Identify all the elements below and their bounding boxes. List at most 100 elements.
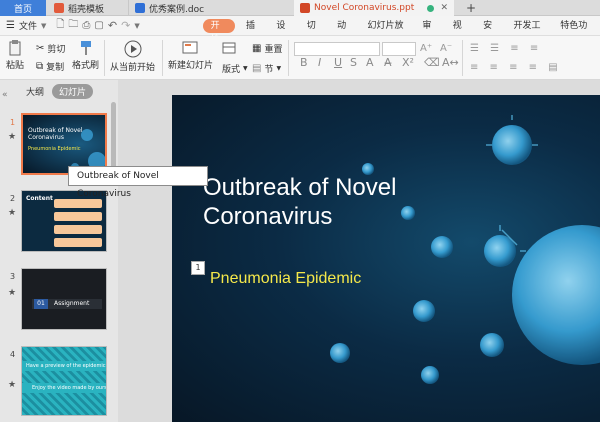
slide-number: 2 xyxy=(10,194,16,203)
underline-icon[interactable]: U xyxy=(334,56,342,69)
cut-button[interactable]: ✂ 剪切 xyxy=(36,42,65,55)
copy-icon: ⧉ xyxy=(36,61,44,72)
slide-thumbnail-4[interactable]: Have a preview of the epidemic words Enj… xyxy=(21,346,107,416)
tab-home[interactable]: 首页 xyxy=(0,0,46,16)
menu-transition[interactable]: 切换 xyxy=(300,16,330,51)
ribbon-divider xyxy=(162,40,163,76)
chevron-down-icon: ▼ xyxy=(40,21,47,30)
format-painter-button[interactable]: 格式刷 xyxy=(72,40,99,71)
copy-button[interactable]: ⧉ 复制 xyxy=(36,60,64,73)
play-from-current-button[interactable]: 从当前开始 xyxy=(110,40,155,73)
animation-star-icon: ★ xyxy=(8,132,17,142)
reset-label: 重置 xyxy=(264,45,283,55)
scissors-icon: ✂ xyxy=(36,43,45,54)
font-size-select[interactable] xyxy=(382,42,416,56)
tab-home-label: 首页 xyxy=(13,4,32,15)
menu-security[interactable]: 安全 xyxy=(476,16,506,51)
format-painter-label: 格式刷 xyxy=(72,61,100,71)
open-folder-icon[interactable]: 🗀 xyxy=(68,17,78,34)
slide-panel: « 大纲 幻灯片 1 ★ Outbreak of Novel Coronavir… xyxy=(0,80,118,422)
menu-animation[interactable]: 动画 xyxy=(330,16,360,51)
menu-insert[interactable]: 插入 xyxy=(239,16,269,51)
font-name-select[interactable] xyxy=(294,42,380,56)
slide-thumbnail-3[interactable]: 01 Assignment xyxy=(21,268,107,330)
section-icon: ▤ xyxy=(252,63,262,74)
redo-icon[interactable]: ↷ xyxy=(121,19,130,32)
chevron-down-icon: ▼ xyxy=(243,65,248,72)
animation-star-icon: ★ xyxy=(8,380,17,390)
slide-tooltip: Outbreak of Novel Coronavirus xyxy=(68,166,208,199)
slide-editor[interactable]: Outbreak of Novel Coronavirus 1 Pneumoni… xyxy=(172,95,600,422)
tab-ppt[interactable]: Novel Coronavirus.ppt ✕ xyxy=(294,0,454,16)
ribbon-divider xyxy=(288,40,289,76)
chevron-down-icon: ▼ xyxy=(276,65,282,72)
docer-icon xyxy=(54,3,64,13)
thumb-content-box xyxy=(54,225,102,234)
clear-format-icon[interactable]: ⌫ xyxy=(424,56,440,69)
grow-font-icon[interactable]: A⁺ xyxy=(420,43,432,54)
ppt-icon xyxy=(300,3,310,13)
brush-icon xyxy=(80,41,91,55)
align-icon[interactable]: ≡ ≡ ≡ ≡ ▤ xyxy=(470,62,562,73)
reset-icon: ▦ xyxy=(252,43,262,54)
layout-button[interactable]: 版式 ▼ xyxy=(222,62,248,75)
bullet-list-icon[interactable]: ☰ ☰ ≡ ≡ xyxy=(470,43,542,54)
ribbon-divider xyxy=(104,40,105,76)
menu-features[interactable]: 特色功能 xyxy=(553,16,600,51)
shrink-font-icon[interactable]: A⁻ xyxy=(440,43,452,54)
tab-template-label: 稻壳模板 xyxy=(68,4,105,15)
superscript-icon[interactable]: X² xyxy=(402,56,414,69)
print-icon[interactable]: ⎙ xyxy=(82,20,90,31)
menu-icon[interactable]: ☰ xyxy=(6,20,15,31)
strikethrough-icon[interactable]: A̶ xyxy=(384,56,392,69)
close-tab-icon[interactable]: ✕ xyxy=(440,3,448,13)
tab-doc-label: 优秀案例.doc xyxy=(149,4,205,15)
slide-title[interactable]: Outbreak of Novel Coronavirus xyxy=(203,173,463,231)
cut-label: 剪切 xyxy=(47,45,66,55)
animation-star-icon: ★ xyxy=(8,208,17,218)
italic-icon[interactable]: I xyxy=(318,56,321,69)
new-slide-icon xyxy=(182,41,197,54)
preview-icon[interactable]: ▢ xyxy=(94,20,103,31)
layout-icon-button[interactable] xyxy=(222,42,236,54)
paste-button[interactable]: 粘贴 xyxy=(6,40,24,71)
tab-template[interactable]: 稻壳模板 xyxy=(48,0,124,16)
animation-marker: 1 xyxy=(191,261,205,275)
menu-view[interactable]: 视图 xyxy=(446,16,476,51)
ribbon-divider xyxy=(462,40,463,76)
slide-number: 3 xyxy=(10,272,16,281)
reset-button[interactable]: ▦ 重置 xyxy=(252,42,282,55)
menu-start[interactable]: 开始 xyxy=(202,18,235,45)
slide-subtitle[interactable]: Pneumonia Epidemic xyxy=(210,270,361,288)
menu-items: 开始 插入 设计 切换 动画 幻灯片放映 审阅 视图 安全 开发工具 特色功能 xyxy=(199,16,600,51)
word-doc-icon xyxy=(135,3,145,13)
thumb-title: Content xyxy=(26,195,53,202)
bold-icon[interactable]: B xyxy=(300,56,308,69)
tab-doc[interactable]: 优秀案例.doc xyxy=(128,0,290,16)
font-color-icon[interactable]: A xyxy=(366,56,374,69)
animation-star-icon: ★ xyxy=(8,288,17,298)
thumb-content-box xyxy=(54,238,102,247)
tab-slides[interactable]: 幻灯片 xyxy=(52,83,94,99)
undo-icon[interactable]: ↶ xyxy=(108,19,117,32)
new-tab-button[interactable]: + xyxy=(466,1,476,15)
tab-outline[interactable]: 大纲 xyxy=(26,85,44,98)
customize-icon[interactable]: ▼ xyxy=(134,22,139,30)
saved-status-icon xyxy=(427,4,435,12)
section-button[interactable]: ▤ 节 ▼ xyxy=(252,62,281,75)
paste-icon xyxy=(9,40,21,56)
layout-icon xyxy=(222,42,236,54)
slide-number: 4 xyxy=(10,350,16,359)
menu-slideshow[interactable]: 幻灯片放映 xyxy=(360,16,415,51)
menu-review[interactable]: 审阅 xyxy=(415,16,445,51)
shadow-icon[interactable]: S xyxy=(350,56,357,69)
menu-developer[interactable]: 开发工具 xyxy=(507,16,554,51)
file-menu[interactable]: 文件 xyxy=(19,19,37,32)
char-spacing-icon[interactable]: A↔ xyxy=(442,56,459,69)
new-file-icon[interactable]: 🗋 xyxy=(56,17,64,34)
document-tab-bar: 首页 稻壳模板 优秀案例.doc Novel Coronavirus.ppt ✕… xyxy=(0,0,600,16)
thumb-line: Have a preview of the epidemic words xyxy=(22,361,106,371)
new-slide-button[interactable]: 新建幻灯片 xyxy=(168,40,213,71)
panel-view-tabs: 大纲 幻灯片 xyxy=(0,80,118,102)
menu-design[interactable]: 设计 xyxy=(269,16,299,51)
